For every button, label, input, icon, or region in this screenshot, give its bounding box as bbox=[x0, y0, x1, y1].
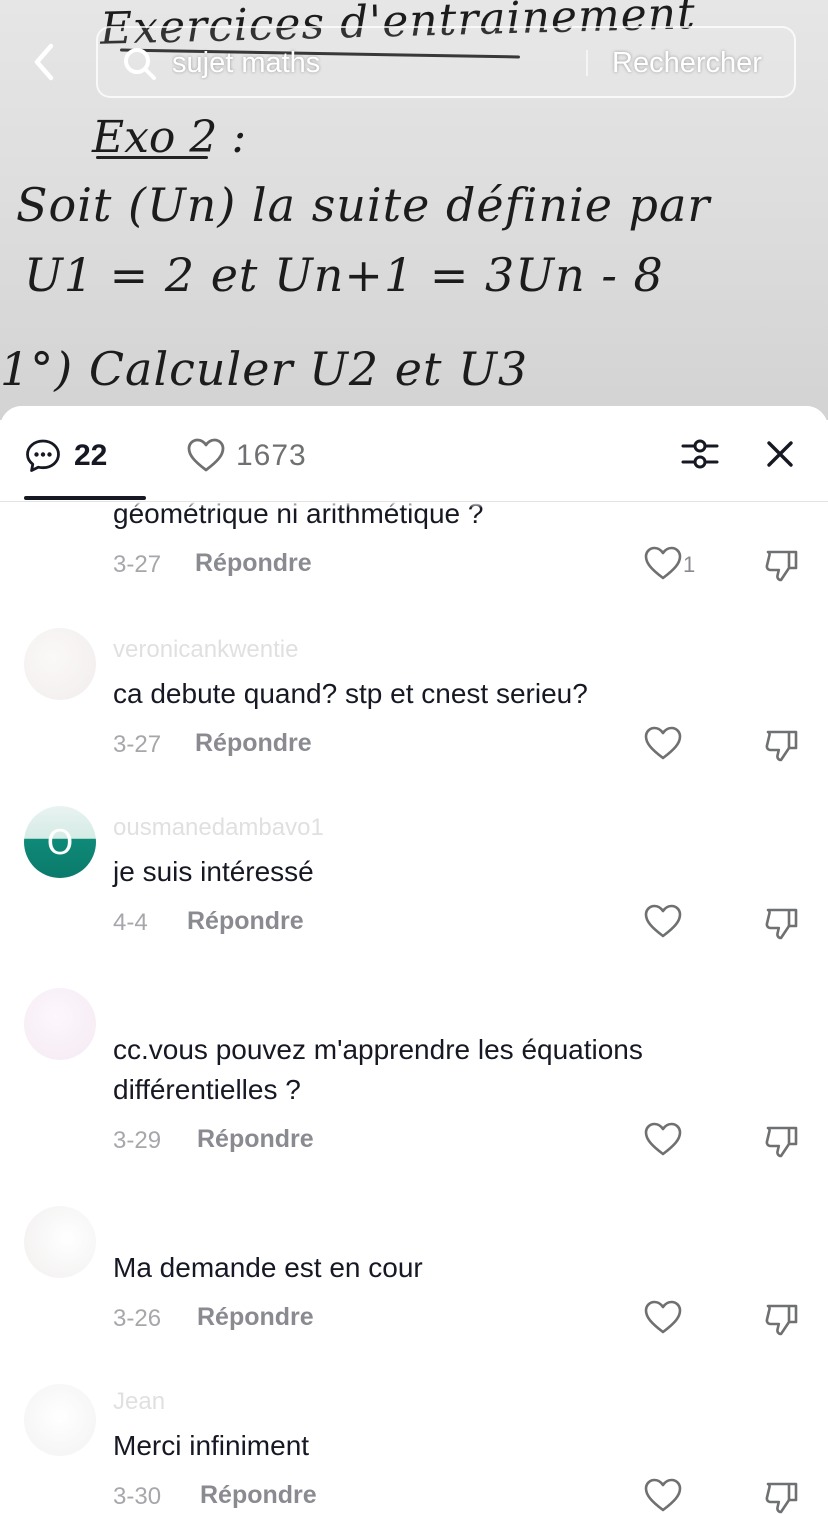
search-divider bbox=[586, 50, 588, 76]
whiteboard-line-1: Soit (Un) la suite définie par bbox=[16, 178, 711, 232]
comment-username[interactable]: ousmanedambavo1 bbox=[113, 814, 324, 842]
filter-sliders-icon[interactable] bbox=[680, 434, 720, 474]
comment-text: cc.vous pouvez m'apprendre les équations… bbox=[113, 1034, 643, 1105]
reply-button[interactable]: Répondre bbox=[200, 1481, 317, 1510]
comment-date: 3-30 bbox=[113, 1483, 162, 1510]
heart-icon bbox=[187, 438, 225, 472]
heart-icon[interactable] bbox=[643, 1120, 683, 1160]
heart-icon[interactable] bbox=[643, 724, 683, 764]
comments-panel: géométrique ni arithmétique ? 3-27 Répon… bbox=[0, 406, 828, 1514]
whiteboard-exercise-underline bbox=[96, 156, 208, 159]
comment-date: 4-4 bbox=[113, 909, 148, 936]
chevron-left-icon bbox=[34, 43, 54, 81]
reply-button[interactable]: Répondre bbox=[197, 1303, 314, 1332]
search-bar[interactable]: Rechercher bbox=[96, 26, 796, 98]
search-submit-button[interactable]: Rechercher bbox=[612, 40, 762, 86]
reply-button[interactable]: Répondre bbox=[195, 729, 312, 758]
like-total: 1673 bbox=[236, 439, 307, 472]
avatar[interactable] bbox=[24, 1384, 96, 1456]
heart-icon[interactable] bbox=[643, 1298, 683, 1338]
avatar[interactable] bbox=[24, 988, 96, 1060]
like-count: 1 bbox=[683, 552, 696, 577]
comment-date: 3-29 bbox=[113, 1127, 162, 1154]
comment-text: Ma demande est en cour bbox=[113, 1252, 423, 1283]
tab-comments[interactable]: 22 bbox=[24, 432, 107, 480]
scroll-fade bbox=[0, 502, 828, 508]
reply-button[interactable]: Répondre bbox=[195, 549, 312, 578]
close-icon[interactable] bbox=[762, 436, 798, 472]
thumbs-down-icon[interactable] bbox=[762, 1300, 800, 1338]
reply-button[interactable]: Répondre bbox=[197, 1125, 314, 1154]
comment-bubble-icon bbox=[26, 439, 60, 472]
heart-icon[interactable] bbox=[643, 544, 683, 584]
thumbs-down-icon[interactable] bbox=[762, 904, 800, 942]
comment-text: Merci infiniment bbox=[113, 1430, 310, 1461]
heart-icon[interactable] bbox=[643, 1476, 683, 1514]
thumbs-down-icon[interactable] bbox=[762, 1478, 800, 1514]
comment-text: ca debute quand? stp et cnest serieu? bbox=[113, 678, 588, 709]
avatar[interactable] bbox=[24, 1206, 96, 1278]
search-input[interactable] bbox=[172, 42, 572, 84]
comment-text: je suis intéressé bbox=[113, 856, 314, 887]
tab-indicator bbox=[24, 496, 146, 500]
whiteboard-line-2: U1 = 2 et Un+1 = 3Un - 8 bbox=[24, 248, 664, 302]
avatar[interactable] bbox=[24, 628, 96, 700]
avatar[interactable]: O bbox=[24, 806, 96, 878]
heart-icon[interactable] bbox=[643, 902, 683, 942]
thumbs-down-icon[interactable] bbox=[762, 546, 800, 584]
comment-username[interactable]: veronicankwentie bbox=[113, 636, 298, 664]
whiteboard-line-3: 1°) Calculer U2 et U3 bbox=[0, 342, 529, 396]
tab-likes[interactable]: 1673 bbox=[186, 432, 307, 480]
comment-username[interactable]: Jean bbox=[113, 1388, 165, 1416]
comment-date: 3-27 bbox=[113, 731, 162, 758]
comments-header: 22 1673 bbox=[0, 406, 828, 502]
back-button[interactable] bbox=[20, 38, 68, 86]
comment-date: 3-27 bbox=[113, 551, 162, 578]
reply-button[interactable]: Répondre bbox=[187, 907, 304, 936]
comment-date: 3-26 bbox=[113, 1305, 162, 1332]
thumbs-down-icon[interactable] bbox=[762, 1122, 800, 1160]
comment-count: 22 bbox=[74, 439, 108, 472]
search-icon bbox=[124, 48, 156, 80]
comment-list[interactable]: géométrique ni arithmétique ? 3-27 Répon… bbox=[0, 502, 828, 1514]
thumbs-down-icon[interactable] bbox=[762, 726, 800, 764]
avatar-initial: O bbox=[46, 823, 74, 863]
